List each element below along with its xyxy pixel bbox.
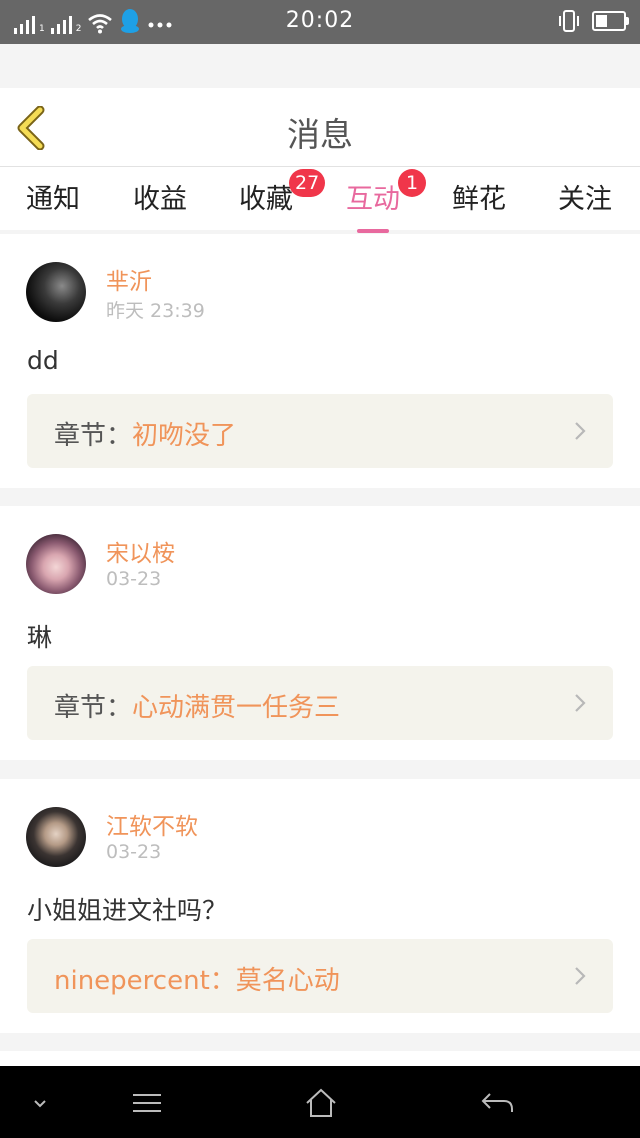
message-time: 昨天 23:39 <box>106 300 205 322</box>
chapter-label: 章节： <box>54 421 133 451</box>
chapter-title: 初吻没了 <box>132 421 237 451</box>
message-time: 03-23 <box>106 568 162 590</box>
tab-label: 关注 <box>558 184 612 215</box>
tab-follow[interactable]: 关注 <box>532 177 638 227</box>
chevron-down-icon[interactable] <box>20 1086 60 1120</box>
chapter-label: 章节： <box>54 693 133 723</box>
message-content: dd <box>27 346 59 375</box>
username[interactable]: 芈沂 <box>106 262 152 296</box>
status-bar: 1 2 20:02 <box>0 0 640 44</box>
chevron-right-icon <box>575 967 586 985</box>
message-card: 江软不软 03-23 小姐姐进文社吗？ ninepercent：莫名心动 <box>0 779 640 1033</box>
avatar[interactable] <box>26 807 86 867</box>
chevron-right-icon <box>575 694 586 712</box>
back-arrow-icon[interactable] <box>478 1086 518 1120</box>
active-tab-indicator <box>357 229 389 233</box>
home-icon[interactable] <box>301 1086 341 1120</box>
chapter-link[interactable]: 章节：心动满贯一任务三 <box>27 666 613 740</box>
system-nav-bar <box>0 1066 640 1138</box>
page-title: 消息 <box>287 115 353 154</box>
message-time: 03-23 <box>106 841 162 863</box>
tab-interaction[interactable]: 互动 1 <box>320 169 426 233</box>
message-card: 宋以桉 03-23 琳 章节：心动满贯一任务三 <box>0 506 640 760</box>
top-spacer <box>0 44 640 88</box>
battery-icon <box>592 11 629 31</box>
tab-label: 互动 <box>346 184 400 215</box>
tab-earnings[interactable]: 收益 <box>107 177 213 227</box>
clock: 20:02 <box>285 8 355 33</box>
tab-flowers[interactable]: 鲜花 <box>426 177 532 227</box>
chevron-right-icon <box>575 422 586 440</box>
tab-favorites[interactable]: 收藏 27 <box>213 169 326 227</box>
tab-label: 鲜花 <box>452 184 506 215</box>
chapter-title: 心动满贯一任务三 <box>132 693 341 723</box>
avatar[interactable] <box>26 534 86 594</box>
message-content: 琳 <box>27 623 53 652</box>
header-bar: 消息 <box>0 88 640 167</box>
tab-label: 收益 <box>133 184 187 215</box>
message-card <box>0 1051 640 1066</box>
interaction-count-badge: 1 <box>398 169 426 197</box>
tab-label: 收藏 <box>239 184 293 215</box>
chapter-label: ninepercent： <box>54 966 236 996</box>
menu-icon[interactable] <box>127 1086 167 1120</box>
username[interactable]: 宋以桉 <box>106 534 175 568</box>
chapter-link[interactable]: ninepercent：莫名心动 <box>27 939 613 1013</box>
tab-label: 通知 <box>26 184 80 215</box>
username[interactable]: 江软不软 <box>106 807 198 841</box>
message-card: 芈沂 昨天 23:39 dd 章节：初吻没了 <box>0 234 640 488</box>
chapter-text: 章节：初吻没了 <box>54 415 236 452</box>
message-content: 小姐姐进文社吗？ <box>27 896 228 925</box>
tab-notice[interactable]: 通知 <box>0 177 106 227</box>
avatar[interactable] <box>26 262 86 322</box>
chapter-text: ninepercent：莫名心动 <box>54 960 340 997</box>
chapter-title: 莫名心动 <box>235 966 340 996</box>
tab-bar: 通知 收益 收藏 27 互动 1 鲜花 关注 <box>0 167 640 233</box>
chapter-link[interactable]: 章节：初吻没了 <box>27 394 613 468</box>
vibrate-icon <box>559 10 579 32</box>
chapter-text: 章节：心动满贯一任务三 <box>54 687 340 724</box>
